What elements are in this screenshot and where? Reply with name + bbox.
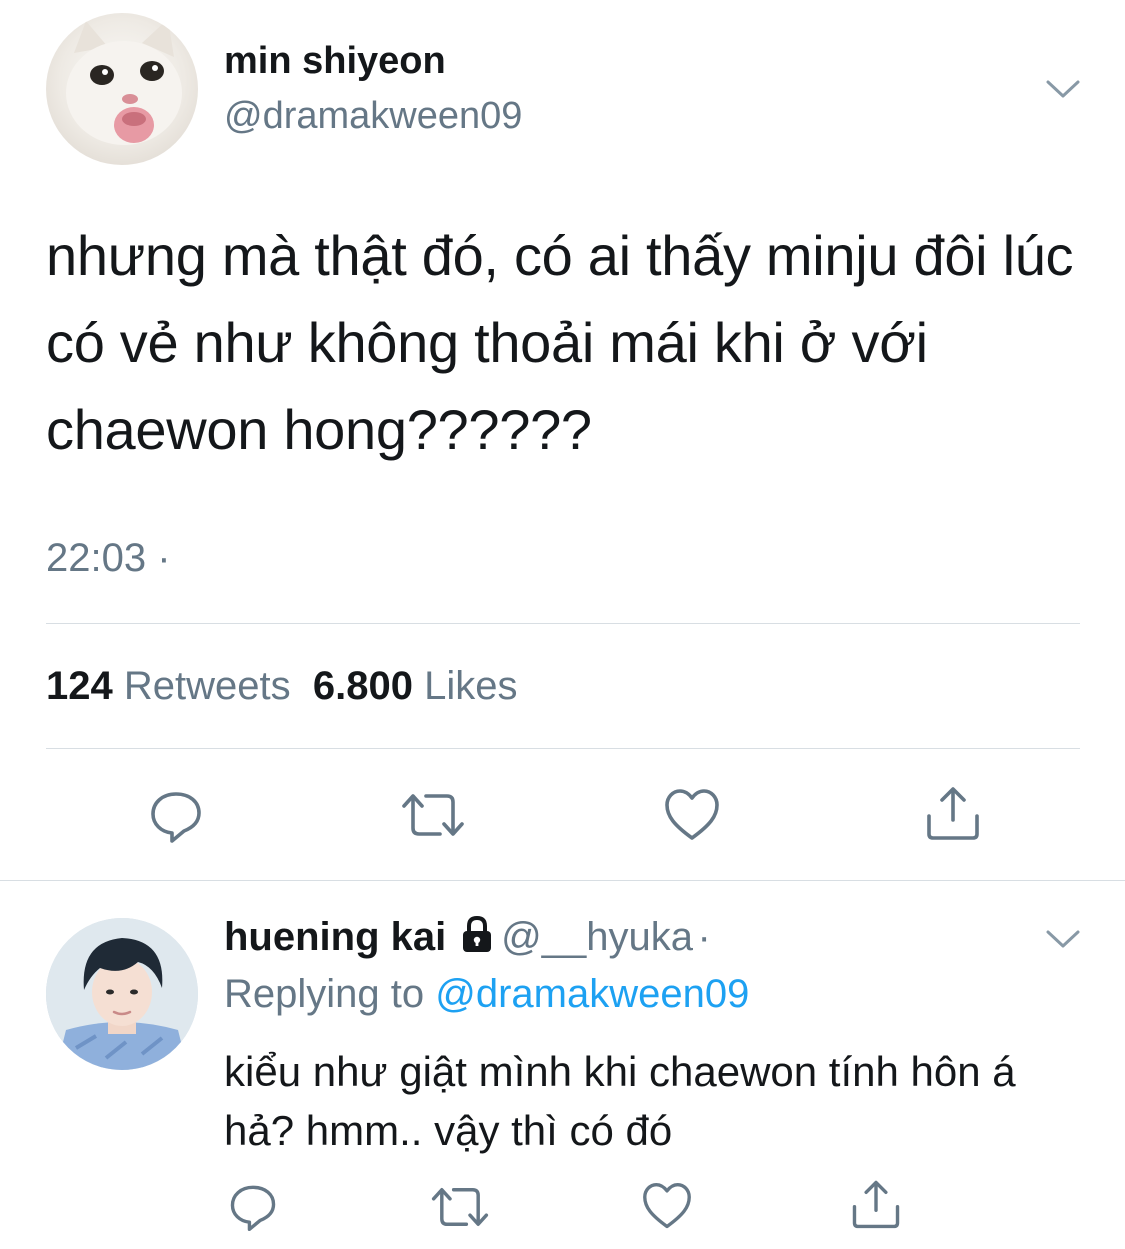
reply-icon[interactable] bbox=[148, 788, 204, 844]
cat-avatar-image bbox=[66, 19, 182, 145]
tweet-timestamp[interactable]: 22:03 · bbox=[46, 536, 171, 581]
person-avatar-image bbox=[46, 918, 198, 1070]
share-icon[interactable] bbox=[924, 784, 982, 842]
lock-icon bbox=[457, 914, 497, 959]
replying-to-mention[interactable]: @dramakween09 bbox=[435, 972, 749, 1016]
reply-author-avatar[interactable] bbox=[46, 918, 198, 1070]
divider bbox=[0, 880, 1125, 881]
author-avatar[interactable] bbox=[46, 13, 198, 165]
like-icon[interactable] bbox=[664, 788, 720, 842]
retweet-icon[interactable] bbox=[430, 1184, 490, 1230]
chevron-down-icon[interactable] bbox=[1045, 928, 1081, 950]
reply-text: kiểu như giật mình khi chaewon tính hôn … bbox=[224, 1048, 1016, 1154]
separator-dot: · bbox=[697, 915, 711, 959]
reply-author-name[interactable]: huening kai bbox=[224, 915, 446, 959]
tweet-stats: 124 Retweets 6.800 Likes bbox=[46, 664, 517, 709]
share-icon[interactable] bbox=[850, 1178, 902, 1230]
like-icon[interactable] bbox=[642, 1182, 692, 1230]
reply-icon[interactable] bbox=[228, 1182, 278, 1232]
likes-label[interactable]: Likes bbox=[424, 664, 517, 708]
author-name[interactable]: min shiyeon bbox=[224, 40, 446, 83]
likes-count[interactable]: 6.800 bbox=[313, 664, 413, 708]
replying-to: Replying to @dramakween09 bbox=[224, 972, 749, 1017]
replying-to-label: Replying to bbox=[224, 972, 425, 1016]
reply-author-handle[interactable]: @__hyuka bbox=[501, 915, 693, 959]
divider bbox=[46, 623, 1080, 624]
divider bbox=[46, 748, 1080, 749]
retweet-icon[interactable] bbox=[400, 790, 466, 840]
tweet-text: nhưng mà thật đó, có ai thấy minju đôi l… bbox=[46, 224, 1074, 461]
retweets-count[interactable]: 124 bbox=[46, 664, 113, 708]
chevron-down-icon[interactable] bbox=[1045, 78, 1081, 100]
author-handle[interactable]: @dramakween09 bbox=[224, 95, 522, 138]
reply-header: huening kai @__hyuka · bbox=[224, 914, 711, 960]
retweets-label[interactable]: Retweets bbox=[124, 664, 291, 708]
